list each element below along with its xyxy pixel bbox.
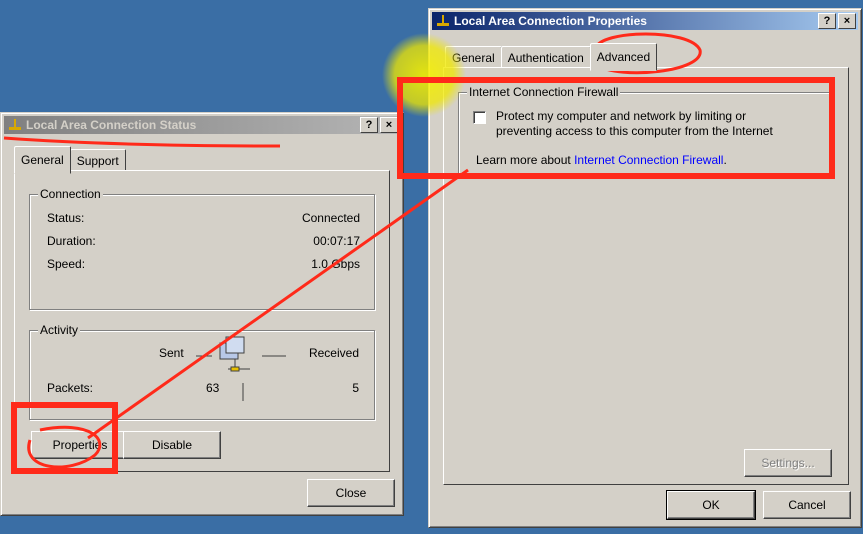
connection-group-label: Connection bbox=[38, 187, 103, 201]
duration-label: Duration: bbox=[47, 234, 96, 248]
properties-button[interactable]: Properties bbox=[31, 431, 129, 459]
protect-computer-checkbox[interactable] bbox=[473, 111, 486, 124]
tab-advanced[interactable]: Advanced bbox=[589, 43, 658, 71]
close-icon[interactable]: × bbox=[838, 13, 856, 29]
speed-label: Speed: bbox=[47, 257, 86, 271]
status-titlebar[interactable]: Local Area Connection Status ? × bbox=[4, 116, 400, 134]
activity-group-label: Activity bbox=[38, 323, 81, 337]
packets-received-value: 5 bbox=[352, 381, 359, 395]
ok-button[interactable]: OK bbox=[666, 490, 756, 520]
duration-value: 00:07:17 bbox=[313, 234, 360, 248]
advanced-tab-panel: Internet Connection Firewall Protect my … bbox=[443, 67, 849, 485]
status-label: Status: bbox=[47, 211, 85, 225]
properties-window-title: Local Area Connection Properties bbox=[454, 14, 647, 28]
packets-label: Packets: bbox=[47, 381, 94, 395]
status-value: Connected bbox=[301, 211, 360, 225]
settings-button[interactable]: Settings... bbox=[744, 449, 832, 477]
network-icon bbox=[8, 118, 22, 132]
status-window: Local Area Connection Status ? × General… bbox=[0, 112, 404, 516]
received-label: Received bbox=[308, 346, 359, 360]
help-button[interactable]: ? bbox=[360, 117, 378, 133]
learn-more-text: Learn more about Internet Connection Fir… bbox=[476, 153, 727, 167]
packets-sent-value: 63 bbox=[206, 381, 220, 395]
status-tab-panel: Connection Status: Connected Duration: 0… bbox=[14, 170, 390, 472]
help-button[interactable]: ? bbox=[818, 13, 836, 29]
learn-more-prefix: Learn more about bbox=[476, 153, 575, 167]
protect-computer-label-line2[interactable]: preventing access to this computer from … bbox=[496, 124, 773, 138]
network-icon bbox=[436, 14, 450, 28]
close-icon[interactable]: × bbox=[380, 117, 398, 133]
connection-group: Connection Status: Connected Duration: 0… bbox=[29, 187, 375, 310]
activity-group: Activity Sent Received Packets: 63 5 bbox=[29, 323, 375, 420]
disable-button[interactable]: Disable bbox=[123, 431, 221, 459]
tab-general[interactable]: General bbox=[14, 146, 71, 174]
firewall-group-label: Internet Connection Firewall bbox=[467, 85, 621, 99]
status-window-title: Local Area Connection Status bbox=[26, 118, 197, 132]
speed-value: 1.0 Gbps bbox=[311, 257, 360, 271]
learn-more-suffix: . bbox=[723, 153, 727, 167]
firewall-group: Internet Connection Firewall Protect my … bbox=[458, 85, 830, 174]
firewall-help-link[interactable]: Internet Connection Firewall bbox=[574, 153, 723, 167]
sent-label: Sent bbox=[159, 346, 184, 360]
properties-window: Local Area Connection Properties ? × Gen… bbox=[428, 8, 862, 528]
close-button[interactable]: Close bbox=[307, 479, 395, 507]
properties-titlebar[interactable]: Local Area Connection Properties ? × bbox=[432, 12, 858, 30]
protect-computer-label-line1[interactable]: Protect my computer and network by limit… bbox=[496, 109, 746, 123]
cancel-button[interactable]: Cancel bbox=[763, 491, 851, 519]
